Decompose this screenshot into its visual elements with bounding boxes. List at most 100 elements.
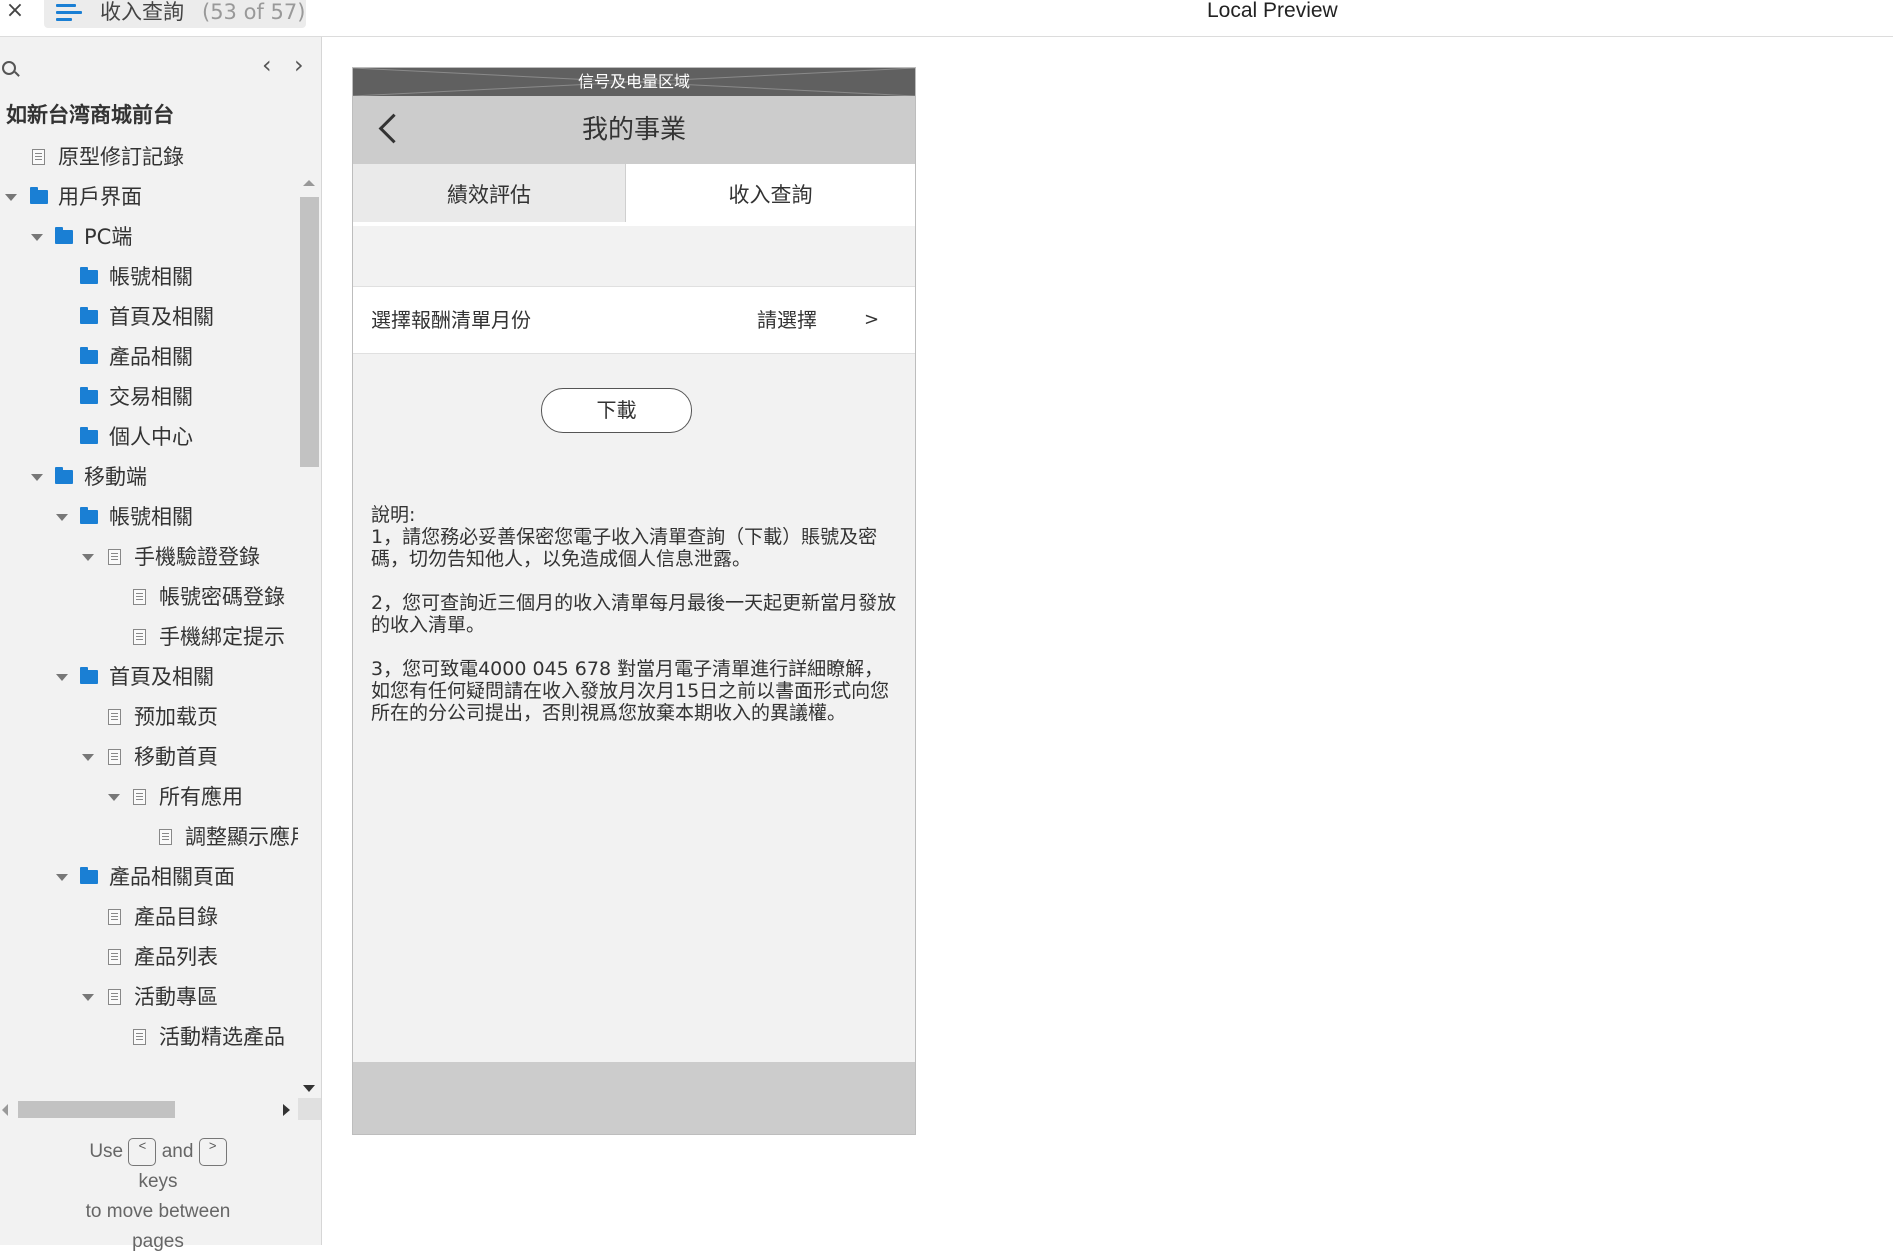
folder-icon (80, 427, 98, 444)
page-icon (108, 549, 121, 565)
folder-icon (80, 667, 98, 684)
folder-icon (80, 307, 98, 324)
month-select-row[interactable]: 選擇報酬清單月份 請選擇 > (353, 286, 915, 354)
expand-caret-icon[interactable] (56, 514, 68, 521)
page-tree: 原型修訂記錄 用戶界面 PC端 帳號相關 首頁及相關 產品相關 交易相關 個人中… (0, 137, 300, 1077)
tree-item-label: 調整顯示應用 (185, 825, 300, 849)
hint-pages: pages (132, 1231, 184, 1252)
folder-icon (80, 347, 98, 364)
page-icon (108, 749, 121, 765)
status-bar-label: 信号及电量区域 (577, 72, 690, 91)
expand-caret-icon[interactable] (82, 754, 94, 761)
tab-performance[interactable]: 績效評估 (353, 164, 626, 222)
page-icon (108, 709, 121, 725)
tree-item-label: 移動首頁 (134, 745, 218, 769)
folder-icon (55, 227, 73, 244)
chevron-right-icon[interactable]: > (864, 287, 879, 353)
scroll-up-icon[interactable] (303, 180, 315, 186)
page-icon (133, 1029, 146, 1045)
project-title: 如新台湾商城前台 (6, 103, 174, 127)
top-bar: × 收入查詢 (53 of 57) Local Preview (0, 0, 1893, 37)
tab-divider (353, 222, 915, 226)
tree-item-label: 首頁及相關 (109, 305, 214, 329)
download-button[interactable]: 下載 (541, 388, 692, 433)
page-icon (133, 789, 146, 805)
page-icon (159, 829, 172, 845)
tree-item-label: 產品相關 (109, 345, 193, 369)
tree-item-label: 個人中心 (109, 425, 193, 449)
scrollbar-corner (298, 1098, 321, 1120)
prev-key-icon: < (128, 1137, 157, 1166)
hint-move: to move between (85, 1201, 231, 1222)
expand-caret-icon[interactable] (56, 674, 68, 681)
next-key-icon: > (198, 1137, 227, 1166)
expand-caret-icon[interactable] (31, 474, 43, 481)
expand-caret-icon[interactable] (82, 994, 94, 1001)
tree-item-label: 活動精选產品 (159, 1025, 285, 1049)
tree-item-label: 原型修訂記錄 (58, 145, 184, 169)
page-count: (53 of 57) (202, 0, 306, 24)
folder-icon (80, 867, 98, 884)
tree-item-label: 用戶界面 (58, 185, 142, 209)
tree-item-label: 预加载页 (134, 705, 218, 729)
page-icon (108, 909, 121, 925)
page-icon (32, 149, 45, 165)
tree-item-label: 帳號密碼登錄 (159, 585, 285, 609)
sidebar-toolbar: ‹ › (0, 47, 321, 77)
page-icon (108, 949, 121, 965)
page-selector[interactable]: 收入查詢 (53 of 57) (44, 0, 306, 28)
horizontal-scroll-thumb[interactable] (18, 1101, 175, 1118)
tab-bar: 績效評估 收入查詢 (353, 164, 915, 222)
tree-item-label: 交易相關 (109, 385, 193, 409)
preview-title: Local Preview (1207, 0, 1338, 22)
scroll-left-icon[interactable] (2, 1104, 8, 1116)
tree-item-label: PC端 (84, 225, 133, 249)
folder-icon (80, 507, 98, 524)
expand-caret-icon[interactable] (56, 874, 68, 881)
search-icon[interactable] (2, 61, 16, 75)
folder-icon (80, 387, 98, 404)
page-icon (133, 589, 146, 605)
expand-caret-icon[interactable] (82, 554, 94, 561)
scroll-right-icon[interactable] (283, 1104, 290, 1116)
nav-bar: 我的事業 (353, 96, 915, 164)
expand-caret-icon[interactable] (31, 234, 43, 241)
expand-caret-icon[interactable] (108, 794, 120, 801)
tree-item-label: 帳號相關 (109, 265, 193, 289)
tree-item-label: 移動端 (84, 465, 147, 489)
hint-and: and (161, 1141, 194, 1162)
page-icon (133, 629, 146, 645)
keyboard-hint: Use < and > keys to move between pages (0, 1137, 316, 1257)
bottom-bar (353, 1062, 915, 1134)
close-icon[interactable]: × (4, 0, 26, 24)
month-select-value[interactable]: 請選擇 (757, 287, 817, 353)
notes-title: 說明: (371, 504, 416, 526)
status-bar: 信号及电量区域 (353, 68, 915, 96)
note-item: 1，請您務必妥善保密您電子收入清單查詢（下載）賬號及密碼，切勿告知他人，以免造成… (371, 526, 878, 570)
notes-section: 說明: 1，請您務必妥善保密您電子收入清單查詢（下載）賬號及密碼，切勿告知他人，… (371, 504, 901, 746)
hint-keys: keys (138, 1171, 178, 1192)
tree-item-label: 手機驗證登錄 (134, 545, 260, 569)
tree-item-label: 活動專區 (134, 985, 218, 1009)
tree-item-label: 產品目錄 (134, 905, 218, 929)
scroll-down-icon[interactable] (303, 1085, 315, 1092)
tree-item-label: 首頁及相關 (109, 665, 214, 689)
month-select-label: 選擇報酬清單月份 (371, 308, 531, 332)
tab-income-query[interactable]: 收入查詢 (626, 164, 915, 222)
expand-caret-icon[interactable] (5, 194, 17, 201)
tree-item-label: 產品列表 (134, 945, 218, 969)
page-icon (108, 989, 121, 1005)
next-page-button[interactable]: › (294, 53, 304, 77)
current-page-name: 收入查詢 (100, 0, 184, 24)
note-item: 2，您可查詢近三個月的收入清單每月最後一天起更新當月發放的收入清單。 (371, 592, 897, 636)
tree-item-label: 所有應用 (159, 785, 243, 809)
nav-title: 我的事業 (581, 115, 686, 145)
folder-icon (80, 267, 98, 284)
phone-mockup: 信号及电量区域 我的事業 績效評估 收入查詢 選擇報酬清單月份 請選擇 > 下載… (352, 67, 916, 1135)
vertical-scroll-thumb[interactable] (300, 197, 319, 467)
previous-page-button[interactable]: ‹ (262, 53, 272, 77)
tree-item-label: 產品相關頁面 (109, 865, 235, 889)
tree-item-label: 手機綁定提示 (159, 625, 285, 649)
hint-use: Use (89, 1141, 124, 1162)
menu-icon[interactable] (56, 2, 82, 24)
